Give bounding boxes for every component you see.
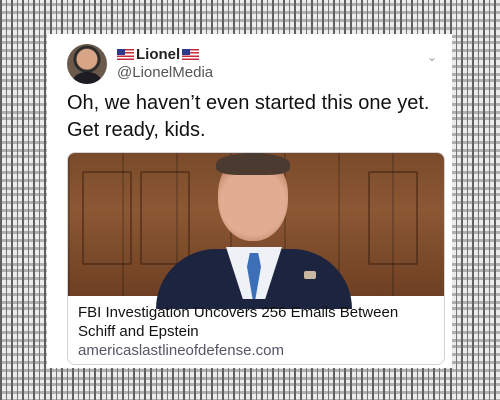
us-flag-icon — [117, 49, 134, 60]
chevron-down-icon[interactable]: ⌄ — [427, 50, 437, 64]
link-title[interactable]: FBI Investigation Uncovers 256 Emails Be… — [78, 303, 434, 341]
tweet-header: Lionel @LionelMedia ⌄ — [67, 42, 437, 86]
wall-panel — [140, 171, 190, 265]
link-preview-image — [68, 153, 444, 309]
display-name-row[interactable]: Lionel — [117, 46, 200, 63]
wall-panel — [82, 171, 132, 265]
lapel-pin — [304, 271, 316, 279]
link-preview-card[interactable]: FBI Investigation Uncovers 256 Emails Be… — [67, 152, 445, 365]
link-domain[interactable]: americaslastlineofdefense.com — [78, 342, 284, 359]
person-hair — [216, 153, 290, 175]
wall-panel — [368, 171, 418, 265]
avatar[interactable] — [67, 44, 107, 84]
tweet-card[interactable]: Lionel @LionelMedia ⌄ Oh, we haven’t eve… — [47, 34, 452, 368]
tweet-text: Oh, we haven’t even started this one yet… — [67, 92, 430, 141]
us-flag-icon — [182, 49, 200, 60]
display-name[interactable]: Lionel — [136, 46, 180, 63]
user-handle[interactable]: @LionelMedia — [117, 64, 213, 81]
